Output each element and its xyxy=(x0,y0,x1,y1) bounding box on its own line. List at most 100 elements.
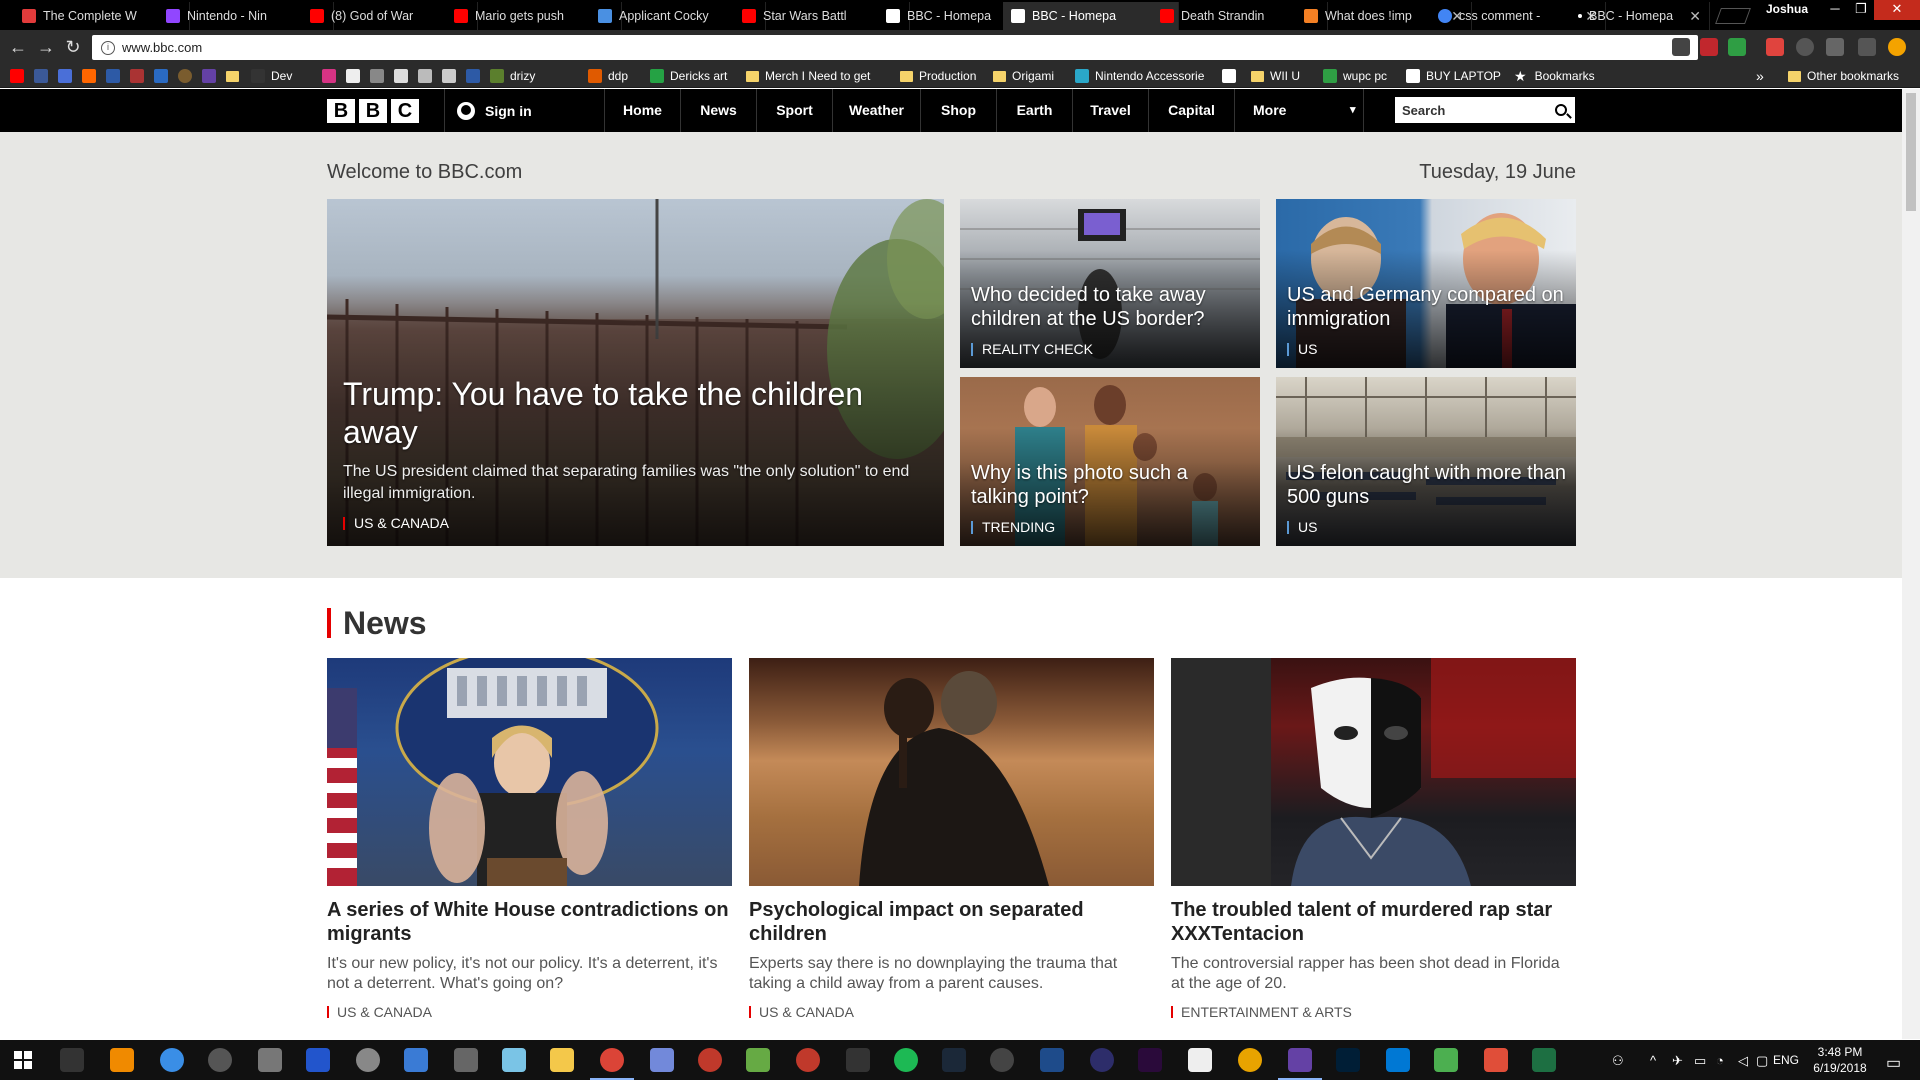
app-icon[interactable] xyxy=(846,1048,870,1072)
profile-name[interactable]: Joshua xyxy=(1766,2,1808,16)
app-icon[interactable] xyxy=(1188,1048,1212,1072)
browser-tab[interactable]: BBC - Homepa ✕ xyxy=(1570,2,1710,30)
site-info-icon[interactable]: i xyxy=(101,40,115,55)
bookmark-ne[interactable] xyxy=(154,68,174,84)
bookmark-wupc-pc[interactable]: wupc pc xyxy=(1323,68,1387,84)
hero-card-tag[interactable]: US xyxy=(1287,520,1317,534)
premiere-icon[interactable] xyxy=(1138,1048,1162,1072)
bookmark-home[interactable] xyxy=(346,68,366,84)
nav-more[interactable]: More ▾ xyxy=(1234,89,1364,132)
search-input[interactable] xyxy=(1402,102,1542,118)
bookmark-youtube[interactable] xyxy=(10,68,30,84)
bookmark-pink[interactable] xyxy=(322,68,342,84)
bookmark-folder-other[interactable]: Other bookmarks xyxy=(1788,68,1899,84)
display-icon[interactable]: ▢ xyxy=(1756,1053,1768,1069)
app-icon[interactable] xyxy=(1040,1048,1064,1072)
bookmark-folder-merch[interactable]: Merch I Need to get xyxy=(746,68,870,84)
news-section-heading[interactable]: News xyxy=(327,607,427,639)
sign-in-button[interactable]: Sign in xyxy=(444,89,532,132)
bookmark-site[interactable] xyxy=(370,68,390,84)
news-story[interactable]: Psychological impact on separated childr… xyxy=(749,658,1154,1019)
app-icon[interactable] xyxy=(208,1048,232,1072)
app-icon[interactable] xyxy=(1484,1048,1508,1072)
close-tab-icon[interactable]: ✕ xyxy=(1689,8,1701,25)
nav-capital[interactable]: Capital xyxy=(1148,89,1234,132)
hero-card-title[interactable]: Why is this photo such a talking point? xyxy=(971,461,1251,509)
bbc-logo[interactable]: B B C xyxy=(327,99,419,123)
page-scrollbar[interactable] xyxy=(1902,89,1920,1039)
app-icon[interactable] xyxy=(1434,1048,1458,1072)
scrollbar-thumb[interactable] xyxy=(1906,93,1916,211)
hero-card-tag[interactable]: US xyxy=(1287,342,1317,356)
bookmark-folder-origami[interactable]: Origami xyxy=(993,68,1054,84)
new-tab-button[interactable] xyxy=(1715,8,1751,24)
nav-travel[interactable]: Travel xyxy=(1072,89,1148,132)
bookmark-bookmarks[interactable]: ★ Bookmarks xyxy=(1514,68,1595,84)
hero-card-title[interactable]: US and Germany compared on immigration xyxy=(1287,283,1567,331)
bookmark-mail[interactable] xyxy=(58,68,78,84)
bookmark-ddp[interactable]: ddp xyxy=(588,68,628,84)
people-icon[interactable]: ⚇ xyxy=(1612,1053,1624,1069)
extension-red-icon[interactable] xyxy=(1766,38,1784,56)
hero-main-title[interactable]: Trump: You have to take the children awa… xyxy=(343,375,903,451)
nav-weather[interactable]: Weather xyxy=(832,89,920,132)
hero-card-tag[interactable]: TRENDING xyxy=(971,520,1055,534)
app-icon[interactable] xyxy=(1532,1048,1556,1072)
steam-icon[interactable] xyxy=(942,1048,966,1072)
chrome-icon[interactable] xyxy=(590,1048,634,1080)
discord-icon[interactable] xyxy=(650,1048,674,1072)
battery-icon[interactable]: ▭ xyxy=(1694,1053,1706,1069)
volume-icon[interactable]: ◁ xyxy=(1738,1053,1748,1069)
app-icon[interactable] xyxy=(698,1048,722,1072)
restore-icon[interactable]: ❐ xyxy=(1846,0,1876,20)
app-icon[interactable] xyxy=(990,1048,1014,1072)
reload-icon[interactable]: ↻ xyxy=(63,37,83,58)
story-tag[interactable]: US & CANADA xyxy=(749,1005,854,1019)
bookmark-site[interactable] xyxy=(394,68,414,84)
extension-orange-icon[interactable] xyxy=(1888,38,1906,56)
back-icon[interactable]: ← xyxy=(8,37,28,58)
extension-green-icon[interactable] xyxy=(1728,38,1746,56)
hero-card[interactable]: Who decided to take away children at the… xyxy=(960,199,1260,368)
windows-start-icon[interactable] xyxy=(14,1051,32,1069)
photoshop-icon[interactable] xyxy=(1336,1048,1360,1072)
bookmark-site[interactable] xyxy=(442,68,462,84)
bookmark-nintendo-accessories[interactable]: Nintendo Accessorie xyxy=(1075,68,1204,84)
file-explorer-icon[interactable] xyxy=(550,1048,574,1072)
hero-main-tag[interactable]: US & CANADA xyxy=(343,516,449,530)
hero-card-title[interactable]: US felon caught with more than 500 guns xyxy=(1287,461,1567,509)
app-icon[interactable] xyxy=(502,1048,526,1072)
show-hidden-icons-icon[interactable]: ^ xyxy=(1650,1053,1656,1068)
forward-icon[interactable]: → xyxy=(36,37,56,58)
bookmark-round[interactable] xyxy=(178,68,198,84)
nav-home[interactable]: Home xyxy=(604,89,680,132)
bluetooth-icon[interactable] xyxy=(306,1048,330,1072)
network-icon[interactable]: ◔ xyxy=(1716,1053,1724,1068)
extension-box-icon[interactable] xyxy=(1858,38,1876,56)
bookmark-folder-wii-u[interactable]: WII U xyxy=(1251,68,1300,84)
nav-sport[interactable]: Sport xyxy=(756,89,832,132)
app-icon[interactable] xyxy=(258,1048,282,1072)
app-icon[interactable] xyxy=(1090,1048,1114,1072)
search-icon[interactable] xyxy=(1555,104,1567,116)
address-url[interactable]: www.bbc.com xyxy=(122,40,202,55)
nav-earth[interactable]: Earth xyxy=(996,89,1072,132)
spotify-icon[interactable] xyxy=(894,1048,918,1072)
hero-card-title[interactable]: Who decided to take away children at the… xyxy=(971,283,1251,331)
nav-shop[interactable]: Shop xyxy=(920,89,996,132)
story-title[interactable]: A series of White House contradictions o… xyxy=(327,898,732,946)
bookmark-red[interactable] xyxy=(130,68,150,84)
bookmark-bal[interactable] xyxy=(106,68,126,84)
bookmark-buy-laptop[interactable]: BUY LAPTOP xyxy=(1406,68,1501,84)
app-icon[interactable] xyxy=(796,1048,820,1072)
bookmarks-overflow-icon[interactable]: » xyxy=(1756,68,1764,84)
bookmark-site[interactable] xyxy=(1222,68,1242,84)
tray-app-icon[interactable]: ✈ xyxy=(1672,1053,1683,1069)
app-icon[interactable] xyxy=(356,1048,380,1072)
extension-cloud-icon[interactable] xyxy=(1826,38,1844,56)
hero-main-promo[interactable]: Trump: You have to take the children awa… xyxy=(327,199,944,546)
story-tag[interactable]: ENTERTAINMENT & ARTS xyxy=(1171,1005,1352,1019)
app-drop-icon[interactable] xyxy=(160,1048,184,1072)
extension-recycle-icon[interactable] xyxy=(1796,38,1814,56)
hero-card-tag[interactable]: REALITY CHECK xyxy=(971,342,1093,356)
